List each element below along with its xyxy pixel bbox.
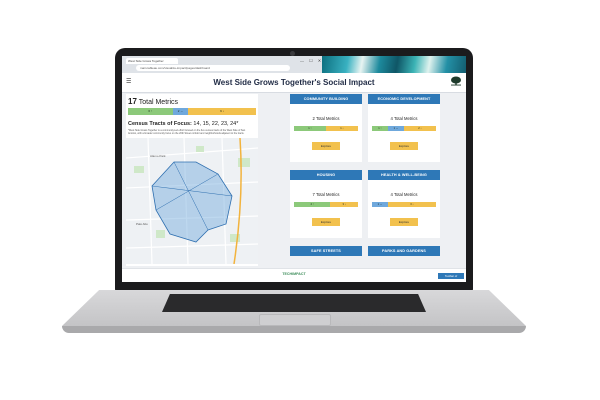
window-controls[interactable]: — ☐ ✕ bbox=[300, 58, 323, 63]
laptop: West Side Grows Together main.tableau.co… bbox=[0, 0, 600, 400]
laptop-base bbox=[62, 290, 526, 336]
summary-panel: 17 Total Metrics 6 ↑ 2 ↔ 9 ↓ Census Tracts… bbox=[126, 94, 258, 266]
card-total: 4 Total Metrics bbox=[390, 116, 418, 121]
explore-button[interactable]: Explore bbox=[312, 142, 340, 150]
total-label: Total Metrics bbox=[138, 99, 179, 106]
total-count: 17 bbox=[128, 97, 137, 106]
tree-logo-icon bbox=[451, 76, 461, 86]
description-text: *West Side Grows Together is a community… bbox=[128, 129, 246, 135]
browser-chrome: West Side Grows Together main.tableau.co… bbox=[122, 56, 466, 73]
trend-segment[interactable]: 4 ↑ bbox=[294, 202, 331, 207]
census-tracts: Census Tracts of Focus: 14, 15, 22, 23, … bbox=[128, 121, 238, 127]
card-parks-and-gardens[interactable]: PARKS AND GARDENS bbox=[368, 246, 440, 256]
screen: West Side Grows Together main.tableau.co… bbox=[122, 56, 466, 282]
card-housing: HOUSING 7 Total Metrics 4 ↑ 3 ↓ Explore bbox=[290, 170, 362, 238]
map-graphic bbox=[126, 138, 258, 264]
card-economic-development: ECONOMIC DEVELOPMENT 4 Total Metrics 1 ↑… bbox=[368, 94, 440, 162]
summary-trend-bar[interactable]: 6 ↑ 2 ↔ 9 ↓ bbox=[128, 108, 256, 115]
dashboard-toolbar-button[interactable]: Toolbar of Dashboard bbox=[438, 273, 464, 282]
card-trend-bar[interactable]: 4 ↑ 3 ↓ bbox=[294, 202, 358, 207]
page-footer: TECHIMPACT Toolbar of Dashboard bbox=[122, 268, 466, 282]
card-total: 2 Total Metrics bbox=[312, 116, 340, 121]
card-title: SAFE STREETS bbox=[290, 246, 362, 256]
trend-segment[interactable]: 1 ↑ bbox=[372, 126, 388, 131]
card-community-building: COMMUNITY BUILDING 2 Total Metrics 1 ↑ 1 … bbox=[290, 94, 362, 162]
card-title: PARKS AND GARDENS bbox=[368, 246, 440, 256]
card-total: 4 Total Metrics bbox=[390, 192, 418, 197]
explore-button[interactable]: Explore bbox=[312, 218, 340, 226]
card-safe-streets[interactable]: SAFE STREETS bbox=[290, 246, 362, 256]
map-label: Palo Alto bbox=[136, 222, 148, 226]
category-cards: COMMUNITY BUILDING 2 Total Metrics 1 ↑ 1 … bbox=[290, 94, 444, 266]
card-health-well-being: HEALTH & WELL-BEING 4 Total Metrics 1 ↔ 3… bbox=[368, 170, 440, 238]
footer-logo: TECHIMPACT bbox=[282, 272, 306, 276]
trend-segment[interactable]: 1 ↔ bbox=[372, 202, 388, 207]
wallpaper-art bbox=[322, 56, 466, 73]
census-values: 14, 15, 22, 23, 24* bbox=[193, 121, 239, 127]
page-title: West Side Grows Together's Social Impact bbox=[213, 78, 375, 87]
trend-segment[interactable]: 1 ↑ bbox=[294, 126, 326, 131]
census-map[interactable]: Alamo Park Palo Alto bbox=[126, 138, 258, 264]
address-bar[interactable]: main.tableau.com/visualize-impact/pages/… bbox=[136, 65, 290, 71]
browser-tab[interactable]: West Side Grows Together bbox=[126, 58, 178, 64]
card-title: COMMUNITY BUILDING bbox=[290, 94, 362, 104]
card-title: HOUSING bbox=[290, 170, 362, 180]
trend-segment[interactable]: 1 ↔ bbox=[388, 126, 404, 131]
app-header: ☰ West Side Grows Together's Social Impa… bbox=[122, 73, 466, 93]
card-trend-bar[interactable]: 1 ↑ 1 ↓ bbox=[294, 126, 358, 131]
explore-button[interactable]: Explore bbox=[390, 142, 418, 150]
card-trend-bar[interactable]: 1 ↑ 1 ↔ 2 ↓ bbox=[372, 126, 436, 131]
map-label: Alamo Park bbox=[150, 154, 166, 158]
keyboard bbox=[162, 294, 426, 312]
total-metrics: 17 Total Metrics bbox=[128, 97, 178, 106]
trend-segment[interactable]: 2 ↓ bbox=[404, 126, 436, 131]
card-title: ECONOMIC DEVELOPMENT bbox=[368, 94, 440, 104]
trackpad bbox=[259, 314, 331, 326]
trend-segment[interactable]: 1 ↓ bbox=[326, 126, 358, 131]
explore-button[interactable]: Explore bbox=[390, 218, 418, 226]
card-total: 7 Total Metrics bbox=[312, 192, 340, 197]
card-trend-bar[interactable]: 1 ↔ 3 ↓ bbox=[372, 202, 436, 207]
trend-segment[interactable]: 3 ↓ bbox=[330, 202, 358, 207]
trend-segment[interactable]: 2 ↔ bbox=[172, 108, 189, 115]
trend-segment[interactable]: 9 ↓ bbox=[188, 108, 256, 115]
census-label: Census Tracts of Focus: bbox=[128, 121, 192, 127]
trend-segment[interactable]: 3 ↓ bbox=[388, 202, 436, 207]
card-title: HEALTH & WELL-BEING bbox=[368, 170, 440, 180]
trend-segment[interactable]: 6 ↑ bbox=[128, 108, 173, 115]
